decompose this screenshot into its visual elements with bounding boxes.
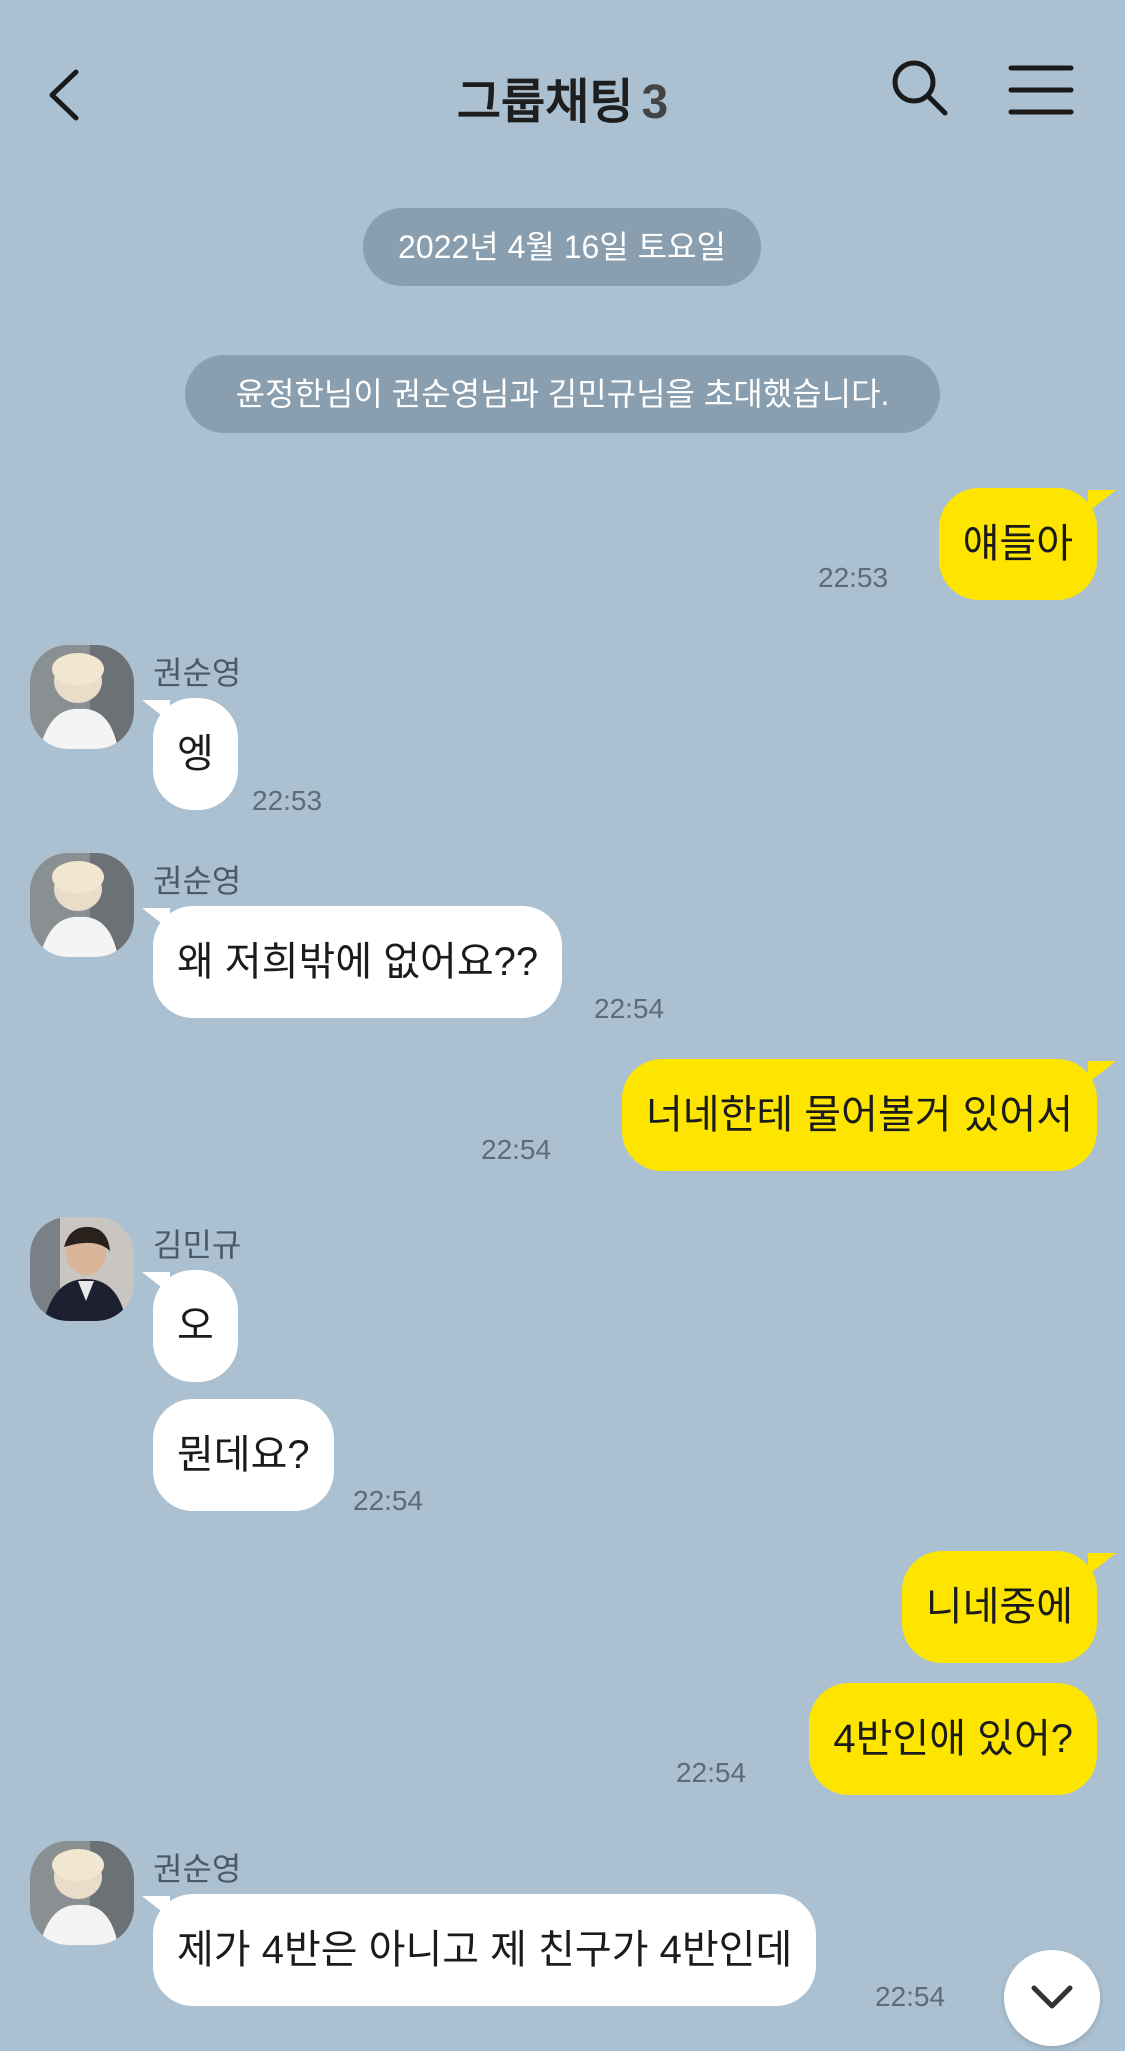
message-bubble-other[interactable]: 뭔데요? xyxy=(153,1399,334,1511)
message-bubble-other[interactable]: 왜 저희밖에 없어요?? xyxy=(153,906,563,1018)
chat-title: 그룹채팅 3 xyxy=(0,62,1125,132)
avatar[interactable] xyxy=(30,1217,134,1321)
message-time: 22:54 xyxy=(594,993,665,1024)
hamburger-menu-icon[interactable] xyxy=(1008,62,1074,118)
sender-name: 권순영 xyxy=(153,1851,242,1887)
message-bubble-mine[interactable]: 니네중에 xyxy=(901,1551,1097,1663)
message-time: 22:54 xyxy=(353,1485,424,1516)
date-divider: 2022년 4월 16일 토요일 xyxy=(363,208,761,286)
system-notice: 윤정한님이 권순영님과 김민규님을 초대했습니다. xyxy=(185,355,940,433)
chat-title-text: 그룹채팅 xyxy=(456,76,634,129)
message-bubble-mine[interactable]: 4반인애 있어? xyxy=(809,1683,1097,1795)
message-bubble-other[interactable]: 오 xyxy=(153,1270,238,1382)
message-bubble-mine[interactable]: 얘들아 xyxy=(938,488,1097,600)
message-bubble-other[interactable]: 제가 4반은 아니고 제 친구가 4반인데 xyxy=(153,1894,817,2006)
avatar[interactable] xyxy=(30,853,134,957)
chat-header: 그룹채팅 3 xyxy=(0,0,1125,180)
message-time: 22:54 xyxy=(481,1134,552,1165)
message-time: 22:54 xyxy=(875,1981,946,2012)
sender-name: 권순영 xyxy=(153,655,242,691)
chevron-down-icon xyxy=(1031,1985,1073,2009)
message-time: 22:54 xyxy=(676,1757,747,1788)
bubble-tail xyxy=(1088,1553,1116,1575)
avatar[interactable] xyxy=(30,1841,134,1945)
bubble-tail xyxy=(1088,490,1116,512)
scroll-to-bottom-button[interactable] xyxy=(1004,1950,1100,2046)
message-time: 22:53 xyxy=(818,562,889,593)
bubble-tail xyxy=(1088,1061,1116,1083)
sender-name: 권순영 xyxy=(153,863,242,899)
sender-name: 김민규 xyxy=(153,1227,242,1263)
message-bubble-mine[interactable]: 너네한테 물어볼거 있어서 xyxy=(621,1059,1097,1171)
message-time: 22:53 xyxy=(252,785,323,816)
avatar[interactable] xyxy=(30,645,134,749)
message-bubble-other[interactable]: 엥 xyxy=(153,698,238,810)
member-count: 3 xyxy=(641,76,669,129)
search-icon[interactable] xyxy=(890,58,950,118)
